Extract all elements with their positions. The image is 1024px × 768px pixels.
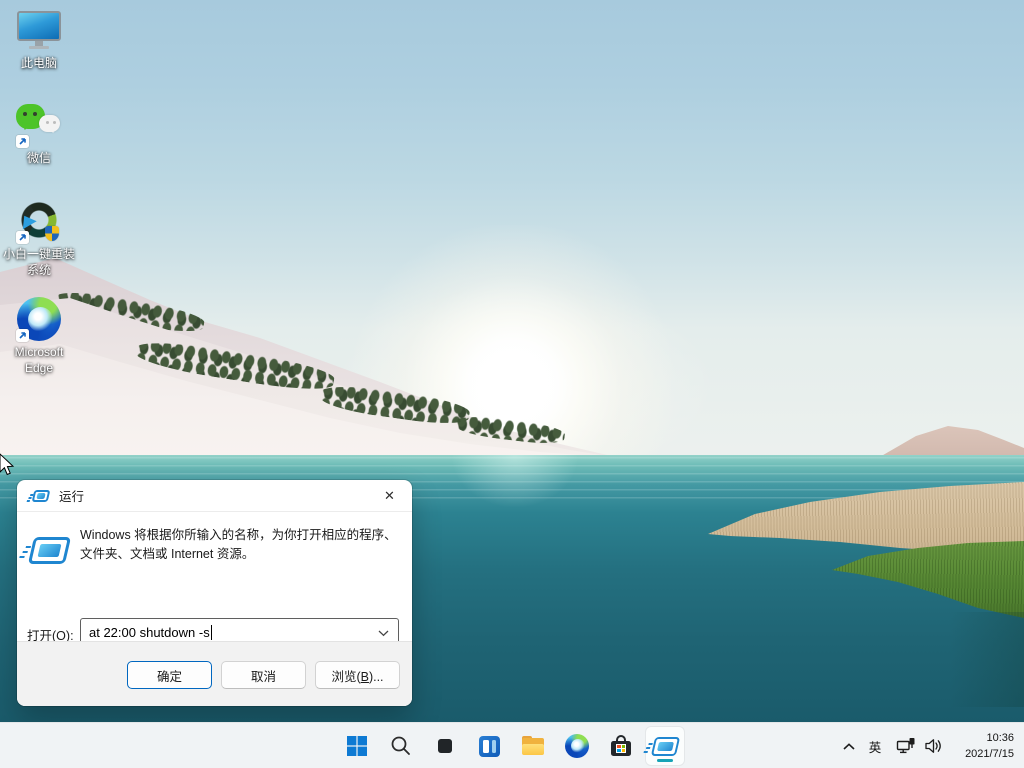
run-dialog-title: 运行	[59, 490, 85, 504]
wechat-icon	[15, 101, 63, 149]
run-dialog-body: Windows 将根据你所输入的名称，为你打开相应的程序、 文件夹、文档或 In…	[17, 512, 412, 646]
browse-button[interactable]: 浏览(B)...	[315, 661, 400, 689]
start-button[interactable]	[337, 726, 377, 766]
run-dialog-footer: 确定 取消 浏览(B)...	[17, 641, 412, 706]
task-view-icon	[430, 731, 460, 761]
desktop-icon-label: 微信	[26, 151, 51, 165]
desktop-icon-label: Microsoft Edge	[14, 345, 64, 375]
run-icon	[27, 537, 72, 564]
xiaobai-reinstall-icon	[15, 197, 63, 245]
windows-logo-icon	[347, 736, 367, 756]
taskbar: 英 10:36 2021/7/15	[0, 722, 1024, 768]
desktop-icon-label: 此电脑	[20, 56, 57, 70]
chevron-up-icon	[843, 743, 855, 750]
desktop-icon-edge[interactable]: Microsoft Edge	[2, 295, 76, 376]
edge-icon	[15, 295, 63, 343]
wallpaper-sun-reflection	[430, 455, 600, 525]
desktop-icon-this-pc[interactable]: 此电脑	[2, 6, 76, 71]
clock[interactable]: 10:36 2021/7/15	[965, 730, 1014, 762]
desktop-icon-label: 小白一键重装 系统	[2, 247, 75, 277]
desktop-icon-xiaobai-reinstall[interactable]: 小白一键重装 系统	[2, 197, 76, 278]
desktop[interactable]: 此电脑 微信 小白一键重装 系统 Microsoft Edge 运行 ✕ Win…	[0, 0, 1024, 768]
widgets-button[interactable]	[469, 726, 509, 766]
file-explorer-button[interactable]	[513, 726, 553, 766]
desktop-icon-wechat[interactable]: 微信	[2, 101, 76, 166]
cancel-button[interactable]: 取消	[221, 661, 306, 689]
microsoft-store-button[interactable]	[601, 726, 641, 766]
text-caret	[210, 624, 212, 640]
chevron-down-icon[interactable]	[378, 630, 389, 637]
shield-icon	[45, 226, 59, 241]
shortcut-arrow-icon	[16, 135, 29, 148]
active-app-indicator	[657, 759, 673, 762]
language-indicator[interactable]: 英	[862, 726, 888, 766]
microsoft-store-icon	[610, 735, 632, 757]
search-icon	[391, 736, 410, 755]
edge-icon	[565, 734, 589, 758]
volume-button[interactable]	[920, 726, 946, 766]
run-command-value: at 22:00 shutdown -s	[89, 624, 210, 640]
close-icon[interactable]: ✕	[367, 480, 412, 511]
run-dialog-titlebar: 运行 ✕	[17, 480, 412, 512]
file-explorer-icon	[521, 736, 545, 756]
run-dialog-description: Windows 将根据你所输入的名称，为你打开相应的程序、 文件夹、文档或 In…	[80, 528, 397, 561]
search-button[interactable]	[381, 726, 421, 766]
shortcut-arrow-icon	[16, 329, 29, 342]
speaker-icon	[925, 739, 941, 753]
task-view-button[interactable]	[425, 726, 465, 766]
shortcut-arrow-icon	[16, 231, 29, 244]
run-icon	[650, 736, 680, 756]
run-window-icon	[31, 489, 51, 502]
ok-button[interactable]: 确定	[127, 661, 212, 689]
run-dialog-window: 运行 ✕ Windows 将根据你所输入的名称，为你打开相应的程序、 文件夹、文…	[17, 480, 412, 706]
mouse-cursor	[0, 453, 15, 476]
network-button[interactable]	[892, 726, 920, 766]
widgets-icon	[478, 735, 500, 757]
tray-time: 10:36	[986, 732, 1014, 744]
ethernet-icon	[896, 738, 915, 754]
wallpaper-shore-shadow	[950, 612, 1024, 707]
this-pc-icon	[15, 6, 63, 54]
tray-date: 2021/7/15	[965, 748, 1014, 760]
hidden-icons-button[interactable]	[836, 726, 862, 766]
run-app-button-active[interactable]	[645, 726, 685, 766]
edge-button[interactable]	[557, 726, 597, 766]
